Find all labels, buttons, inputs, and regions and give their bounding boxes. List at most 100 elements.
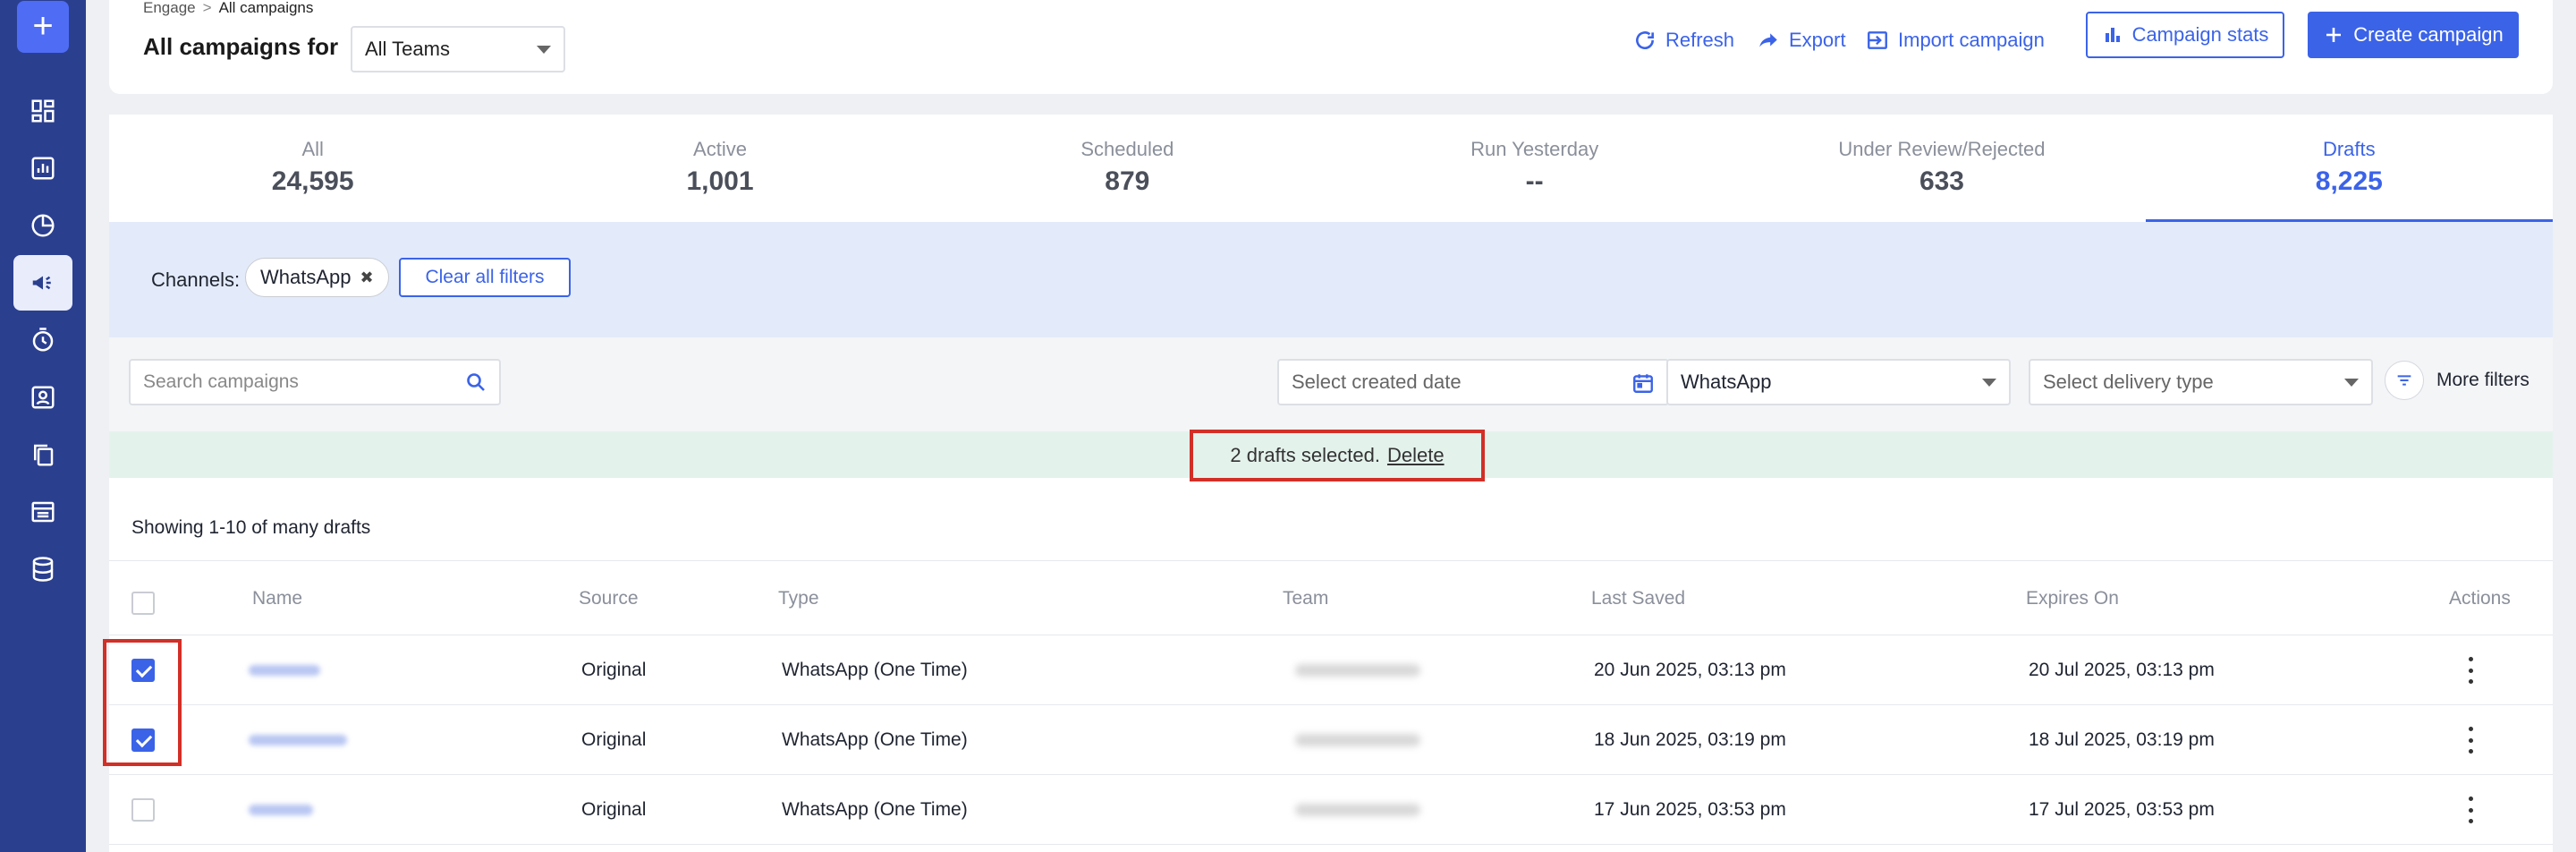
- refresh-button[interactable]: Refresh: [1633, 24, 1734, 56]
- column-last-saved[interactable]: Last Saved: [1591, 588, 1685, 609]
- add-button[interactable]: +: [17, 1, 69, 53]
- tab-all[interactable]: All 24,595: [109, 115, 516, 222]
- delete-link[interactable]: Delete: [1387, 444, 1445, 467]
- tab-label: Run Yesterday: [1331, 138, 1738, 161]
- table-row[interactable]: Original WhatsApp (One Time) 17 Jun 2025…: [109, 775, 2553, 845]
- catalog-icon: [30, 498, 56, 525]
- team-select-value: All Teams: [365, 38, 450, 60]
- refresh-label: Refresh: [1665, 29, 1734, 52]
- sidebar-item-database[interactable]: [13, 541, 72, 597]
- campaign-name-link[interactable]: [249, 665, 320, 676]
- selection-bar: 2 drafts selected. Delete: [109, 431, 2553, 478]
- bar-chart-icon: [2102, 24, 2123, 46]
- templates-icon: [30, 441, 56, 468]
- tab-label: Active: [516, 138, 923, 161]
- column-type[interactable]: Type: [778, 588, 819, 609]
- campaign-name-link[interactable]: [249, 735, 347, 746]
- source-cell: Original: [581, 660, 646, 681]
- campaigns-icon: [30, 269, 56, 296]
- source-cell: Original: [581, 799, 646, 821]
- sidebar-item-dashboard[interactable]: [13, 83, 72, 139]
- column-actions: Actions: [2449, 588, 2511, 609]
- table-row[interactable]: Original WhatsApp (One Time) 18 Jun 2025…: [109, 705, 2553, 775]
- team-cell: [1295, 664, 1420, 677]
- channel-chip: WhatsApp ✖: [245, 258, 389, 297]
- contacts-icon: [30, 384, 56, 411]
- column-source[interactable]: Source: [579, 588, 639, 609]
- clear-all-filters-button[interactable]: Clear all filters: [399, 258, 571, 297]
- chevron-down-icon: [537, 46, 551, 54]
- team-select[interactable]: All Teams: [351, 26, 565, 72]
- last-saved-cell: 20 Jun 2025, 03:13 pm: [1594, 660, 1786, 681]
- tab-count: 8,225: [2146, 166, 2553, 197]
- tab-run-yesterday[interactable]: Run Yesterday--: [1331, 115, 1738, 222]
- campaign-name-link[interactable]: [249, 805, 313, 815]
- sidebar-item-analytics[interactable]: [13, 141, 72, 196]
- search-icon: [465, 371, 487, 393]
- search-input[interactable]: Search campaigns: [129, 359, 501, 405]
- selection-highlight: 2 drafts selected. Delete: [1190, 430, 1485, 481]
- segments-icon: [30, 212, 56, 239]
- chevron-down-icon: [2344, 379, 2359, 387]
- type-cell: WhatsApp (One Time): [782, 799, 968, 821]
- create-campaign-button[interactable]: Create campaign: [2308, 12, 2519, 58]
- breadcrumb: Engage>All campaigns: [143, 0, 313, 17]
- tab-label: Under Review/Rejected: [1738, 138, 2145, 161]
- share-icon: [1757, 29, 1780, 52]
- sidebar-item-contacts[interactable]: [13, 370, 72, 425]
- expires-on-cell: 20 Jul 2025, 03:13 pm: [2029, 660, 2215, 681]
- results-count: Showing 1-10 of many drafts: [131, 517, 370, 539]
- tab-active[interactable]: Active 1,001: [516, 115, 923, 222]
- column-name[interactable]: Name: [252, 588, 302, 609]
- select-all-checkbox[interactable]: [131, 592, 155, 615]
- channel-select[interactable]: WhatsApp: [1666, 359, 2011, 405]
- channel-filter-bar: Channels: WhatsApp ✖ Clear all filters: [109, 222, 2553, 337]
- channel-select-value: WhatsApp: [1681, 371, 1772, 393]
- last-saved-cell: 17 Jun 2025, 03:53 pm: [1594, 799, 1786, 821]
- sidebar-item-segments[interactable]: [13, 198, 72, 253]
- more-actions-icon[interactable]: [2462, 797, 2479, 823]
- column-team[interactable]: Team: [1283, 588, 1328, 609]
- campaign-stats-button[interactable]: Campaign stats: [2086, 12, 2284, 58]
- sidebar: +: [0, 0, 86, 852]
- breadcrumb-root[interactable]: Engage: [143, 0, 196, 16]
- more-actions-icon[interactable]: [2462, 657, 2479, 684]
- date-placeholder: Select created date: [1292, 371, 1462, 393]
- tab-count: 24,595: [109, 166, 516, 197]
- close-icon[interactable]: ✖: [360, 268, 374, 287]
- tab-label: All: [109, 138, 516, 161]
- export-button[interactable]: Export: [1757, 24, 1846, 56]
- import-campaign-button[interactable]: Import campaign: [1866, 24, 2045, 56]
- chevron-down-icon: [1982, 379, 1996, 387]
- source-cell: Original: [581, 729, 646, 751]
- sidebar-item-journeys[interactable]: [13, 312, 72, 368]
- column-expires-on[interactable]: Expires On: [2026, 588, 2119, 609]
- calendar-icon: [1631, 371, 1655, 395]
- row-checkbox[interactable]: [131, 798, 155, 822]
- tab-count: 633: [1738, 166, 2145, 197]
- refresh-icon: [1633, 29, 1657, 52]
- sidebar-item-campaigns[interactable]: [13, 255, 72, 311]
- sidebar-item-templates[interactable]: [13, 427, 72, 482]
- create-campaign-label: Create campaign: [2353, 23, 2504, 47]
- more-actions-icon[interactable]: [2462, 727, 2479, 754]
- checkbox-highlight: [103, 639, 182, 766]
- channel-chip-label: WhatsApp: [260, 266, 352, 289]
- delivery-type-select[interactable]: Select delivery type: [2029, 359, 2373, 405]
- tab-drafts[interactable]: Drafts 8,225: [2146, 115, 2553, 222]
- search-placeholder: Search campaigns: [143, 371, 299, 392]
- filter-bar: Channels: WhatsApp ✖ Clear all filters S…: [109, 222, 2553, 453]
- tab-label: Drafts: [2146, 138, 2553, 161]
- tab-count: 1,001: [516, 166, 923, 197]
- tab-scheduled[interactable]: Scheduled879: [924, 115, 1331, 222]
- filter-icon: [2385, 361, 2424, 400]
- tab-under-review[interactable]: Under Review/Rejected 633: [1738, 115, 2145, 222]
- breadcrumb-separator: >: [203, 0, 212, 16]
- team-cell: [1295, 734, 1420, 746]
- more-filters-button[interactable]: More filters: [2385, 359, 2529, 402]
- sidebar-item-catalog[interactable]: [13, 484, 72, 540]
- tab-count: 879: [924, 166, 1331, 197]
- export-label: Export: [1789, 29, 1846, 52]
- created-date-picker[interactable]: Select created date: [1277, 359, 1669, 405]
- table-row[interactable]: Original WhatsApp (One Time) 20 Jun 2025…: [109, 635, 2553, 705]
